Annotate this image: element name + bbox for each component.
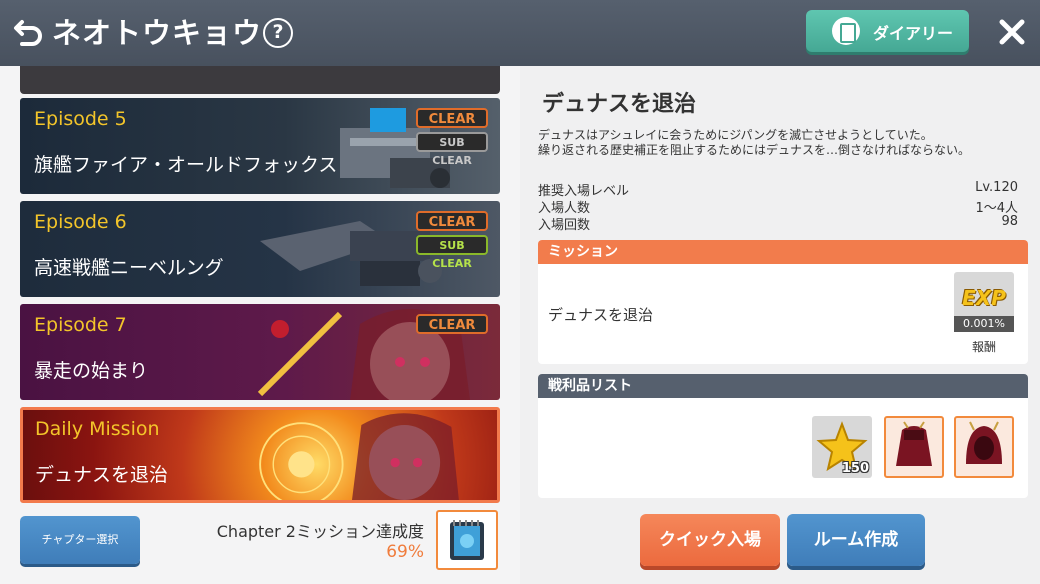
episode-label: Episode 7 [34, 314, 127, 336]
info-value: 98 [1001, 214, 1018, 229]
daily-mission-name: デュナスを退治 [35, 464, 169, 486]
chapter-achievement-label: Chapter 2ミッション達成度 [216, 522, 424, 541]
chapter-achievement-percent: 69% [386, 542, 424, 562]
info-row-entries: 入場回数 98 [538, 214, 1028, 233]
loot-item-cape[interactable] [884, 416, 944, 478]
episode-6-card[interactable]: Episode 6 高速戦艦ニーベルング CLEAR SUB CLEAR [20, 201, 500, 297]
back-arrow-icon[interactable] [12, 16, 46, 50]
mission-header: ミッション [538, 240, 1028, 264]
loot-header: 戦利品リスト [538, 374, 1028, 398]
clear-badge: CLEAR [416, 211, 488, 231]
diary-button[interactable]: ダイアリー [806, 10, 969, 52]
hood-icon [966, 421, 1002, 464]
loot-item-star[interactable]: 150 [812, 416, 872, 478]
exp-icon: EXP [962, 286, 1006, 310]
episode-label: Episode 5 [34, 108, 127, 130]
create-room-button[interactable]: ルーム作成 [787, 514, 925, 566]
cape-icon [896, 421, 932, 466]
exp-reward-item[interactable]: EXP 0.001% [954, 272, 1014, 332]
episode-7-card[interactable]: Episode 7 暴走の始まり CLEAR [20, 304, 500, 400]
info-value: Lv.120 [975, 180, 1018, 195]
info-key: 入場回数 [538, 218, 591, 233]
description-line: 繰り返される歴史補正を阻止するためにはデュナスを…倒さなければならない。 [538, 143, 971, 157]
loot-item-hood[interactable] [954, 416, 1014, 478]
mission-objective: デュナスを退治 [548, 306, 654, 324]
episode-name: 暴走の始まり [34, 360, 149, 382]
loot-quantity: 150 [841, 461, 869, 476]
clear-badge: CLEAR [416, 314, 488, 334]
mission-detail-panel: デュナスを退治 デュナスはアシュレイに会うためにジパングを滅亡させようとしていた… [520, 66, 1040, 584]
episode-label: Episode 6 [34, 211, 127, 233]
previous-episode-card-partial[interactable] [20, 66, 500, 94]
exp-amount: 0.001% [954, 316, 1014, 332]
clear-badge: CLEAR [416, 108, 488, 128]
info-row-players: 入場人数 1〜4人 [538, 197, 1028, 216]
episode-list[interactable]: Episode 5 旗艦ファイア・オールドフォックス CLEAR SUB CLE… [0, 66, 520, 584]
mission-title: デュナスを退治 [542, 92, 697, 117]
diary-icon [832, 17, 860, 45]
mission-book-button[interactable] [436, 510, 498, 570]
episode-5-card[interactable]: Episode 5 旗艦ファイア・オールドフォックス CLEAR SUB CLE… [20, 98, 500, 194]
daily-mission-label: Daily Mission [35, 418, 160, 440]
reward-label: 報酬 [971, 340, 996, 354]
quick-entry-button[interactable]: クイック入場 [640, 514, 780, 566]
episode-name: 旗艦ファイア・オールドフォックス [34, 154, 338, 176]
sub-clear-badge: SUB CLEAR [416, 132, 488, 167]
description-line: デュナスはアシュレイに会うためにジパングを滅亡させようとしていた。 [538, 128, 933, 142]
page-title: ネオトウキョウ [52, 16, 263, 50]
help-icon[interactable]: ? [263, 18, 293, 48]
mission-description: デュナスはアシュレイに会うためにジパングを滅亡させようとしていた。 繰り返される… [538, 128, 1028, 158]
dunas-magic-circle-illustration [259, 413, 459, 500]
mission-card: ミッション デュナスを退治 EXP 0.001% 報酬 [538, 240, 1028, 364]
loot-card: 戦利品リスト 150 [538, 374, 1028, 498]
close-icon[interactable] [994, 14, 1030, 50]
sub-clear-badge: SUB CLEAR [416, 235, 488, 270]
diary-button-label: ダイアリー [873, 24, 954, 43]
episode-name: 高速戦艦ニーベルング [34, 257, 224, 279]
chapter-select-button[interactable]: チャプター選択 [20, 516, 140, 564]
notebook-icon [450, 520, 484, 560]
header-bar: ネオトウキョウ ? ダイアリー [0, 0, 1040, 66]
info-row-level: 推奨入場レベル Lv.120 [538, 180, 1028, 199]
daily-mission-card[interactable]: Daily Mission デュナスを退治 [20, 407, 500, 503]
